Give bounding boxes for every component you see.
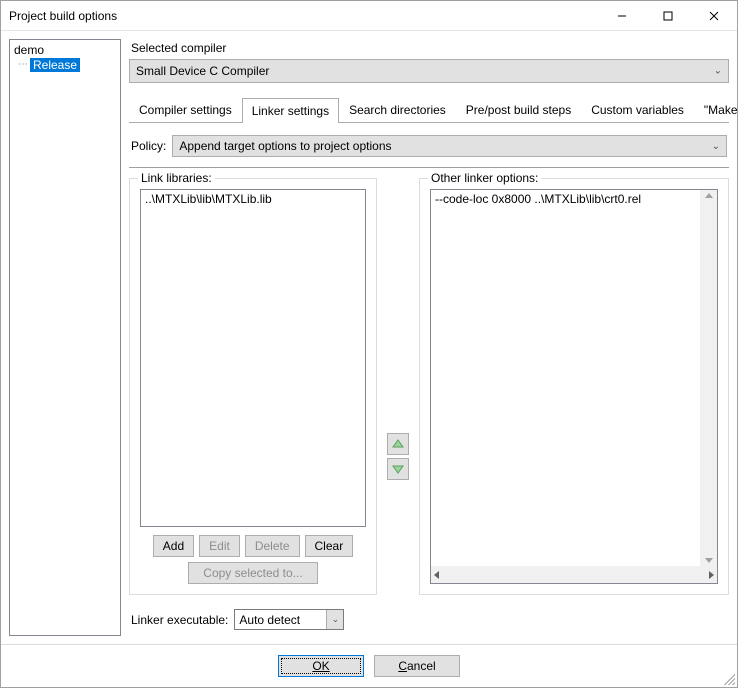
- chevron-down-icon: ⌄: [326, 610, 343, 629]
- minimize-button[interactable]: [599, 1, 645, 31]
- scrollbar-horizontal[interactable]: [431, 566, 717, 583]
- tab-search-directories[interactable]: Search directories: [339, 98, 456, 122]
- maximize-icon: [663, 11, 673, 21]
- dialog-buttons: OK Cancel: [1, 644, 737, 687]
- list-item[interactable]: ..\MTXLib\lib\MTXLib.lib: [145, 192, 361, 206]
- edit-button[interactable]: Edit: [199, 535, 240, 557]
- link-libraries-group: Link libraries: ..\MTXLib\lib\MTXLib.lib…: [129, 178, 377, 595]
- content-area: demo ⋯ Release Selected compiler Small D…: [1, 31, 737, 644]
- tab-compiler-settings[interactable]: Compiler settings: [129, 98, 242, 122]
- tree-item-label: Release: [30, 58, 80, 72]
- link-libraries-legend: Link libraries:: [138, 171, 215, 185]
- other-linker-legend: Other linker options:: [428, 171, 541, 185]
- target-tree[interactable]: demo ⋯ Release: [9, 39, 121, 636]
- linker-exec-row: Linker executable: Auto detect ⌄: [131, 609, 729, 630]
- chevron-down-icon: ⌄: [714, 66, 722, 77]
- tabstrip: Compiler settings Linker settings Search…: [129, 97, 729, 123]
- maximize-button[interactable]: [645, 1, 691, 31]
- tree-item-release[interactable]: ⋯ Release: [18, 58, 118, 72]
- add-button[interactable]: Add: [153, 535, 194, 557]
- chevron-down-icon: ⌄: [712, 141, 720, 152]
- tab-custom-variables[interactable]: Custom variables: [581, 98, 694, 122]
- clear-button[interactable]: Clear: [305, 535, 354, 557]
- other-linker-group: Other linker options: --code-loc 0x8000 …: [419, 178, 729, 595]
- scrollbar-vertical[interactable]: [700, 190, 717, 566]
- tab-pre-post-build[interactable]: Pre/post build steps: [456, 98, 581, 122]
- mover-column: [385, 178, 411, 595]
- linker-exec-label: Linker executable:: [131, 613, 228, 627]
- policy-select[interactable]: Append target options to project options…: [172, 135, 727, 157]
- dialog-window: Project build options demo ⋯ Release Sel…: [0, 0, 738, 688]
- close-button[interactable]: [691, 1, 737, 31]
- close-icon: [709, 11, 719, 21]
- window-title: Project build options: [9, 9, 599, 23]
- move-up-button[interactable]: [387, 433, 409, 455]
- compiler-select-value: Small Device C Compiler: [136, 64, 269, 78]
- tree-item-root[interactable]: demo: [12, 42, 118, 58]
- linker-groups: Link libraries: ..\MTXLib\lib\MTXLib.lib…: [129, 178, 729, 595]
- selected-compiler-label: Selected compiler: [131, 41, 729, 55]
- other-linker-text: --code-loc 0x8000 ..\MTXLib\lib\crt0.rel: [435, 192, 641, 206]
- linker-exec-value: Auto detect: [239, 613, 300, 627]
- minimize-icon: [617, 11, 627, 21]
- arrow-up-icon: [392, 438, 404, 450]
- delete-button[interactable]: Delete: [245, 535, 300, 557]
- tree-connector-icon: ⋯: [18, 60, 28, 70]
- titlebar: Project build options: [1, 1, 737, 31]
- policy-row: Policy: Append target options to project…: [131, 135, 727, 157]
- linker-exec-combo[interactable]: Auto detect ⌄: [234, 609, 344, 630]
- copy-selected-button[interactable]: Copy selected to...: [188, 562, 318, 584]
- policy-select-value: Append target options to project options: [179, 139, 391, 153]
- cancel-underline: C: [398, 659, 407, 673]
- tab-make[interactable]: "Make": [694, 98, 738, 122]
- compiler-select[interactable]: Small Device C Compiler ⌄: [129, 59, 729, 83]
- policy-label: Policy:: [131, 139, 166, 153]
- ok-button[interactable]: OK: [278, 655, 364, 677]
- cancel-button[interactable]: Cancel: [374, 655, 460, 677]
- divider: [129, 167, 729, 168]
- resize-grip-icon[interactable]: [721, 671, 735, 685]
- arrow-down-icon: [392, 463, 404, 475]
- move-down-button[interactable]: [387, 458, 409, 480]
- link-lib-btn-row2: Copy selected to...: [140, 562, 366, 584]
- tab-linker-settings[interactable]: Linker settings: [242, 98, 339, 123]
- link-libraries-list[interactable]: ..\MTXLib\lib\MTXLib.lib: [140, 189, 366, 527]
- other-linker-textarea[interactable]: --code-loc 0x8000 ..\MTXLib\lib\crt0.rel: [430, 189, 718, 584]
- right-panel: Selected compiler Small Device C Compile…: [129, 39, 729, 636]
- link-lib-btn-row: Add Edit Delete Clear: [140, 535, 366, 557]
